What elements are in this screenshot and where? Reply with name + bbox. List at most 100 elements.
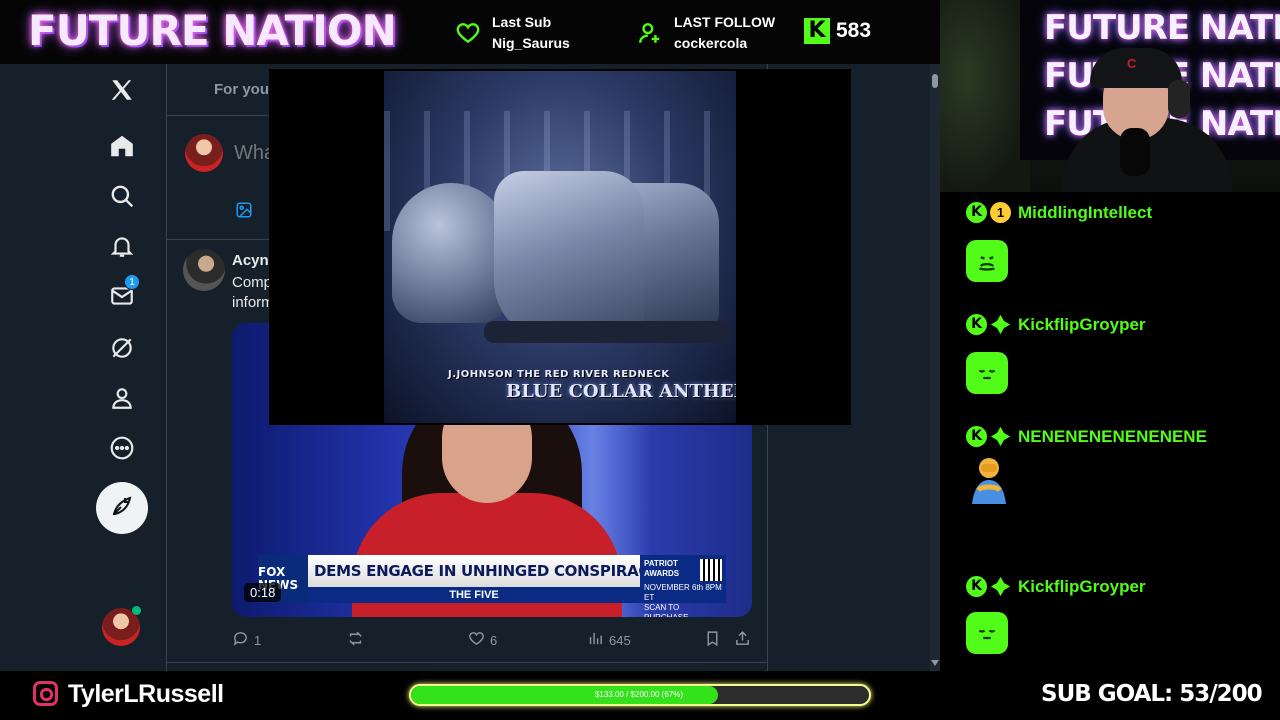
views-chart-icon: [587, 630, 604, 650]
album-title: BLUE COLLAR ANTHEM: [506, 381, 736, 402]
instagram-icon: [33, 681, 58, 706]
kick-badge-icon: K: [966, 576, 987, 597]
chat-message-header: K 1 MiddlingIntellect: [966, 202, 1152, 223]
tweet-actions: 1 6 645: [232, 630, 752, 650]
plant-background: [940, 0, 1030, 192]
stream-bottombar: TylerLRussell $133.00 / $200.00 (67%) SU…: [0, 671, 1280, 720]
bookmark-icon: [704, 630, 721, 650]
chat-username[interactable]: NENENENENENENENE: [1018, 427, 1207, 447]
neon-sign-text: FUTURE NATION: [1044, 8, 1280, 48]
chat-message-header: K NENENENENENENENE: [966, 426, 1207, 447]
kick-follower-count: 583: [836, 19, 872, 42]
chat-message-header: K KickflipGroyper: [966, 576, 1146, 597]
instagram-handle: TylerLRussell: [68, 680, 224, 708]
chat-username[interactable]: MiddlingIntellect: [1018, 203, 1152, 223]
last-sub-name: Nig_Saurus: [492, 35, 570, 51]
last-follow-widget: LAST FOLLOW cockercola: [636, 12, 775, 54]
tweet-text-line: inform: [232, 294, 274, 311]
video-duration: 0:18: [244, 583, 282, 602]
x-logo-icon[interactable]: [106, 74, 138, 106]
tweet-author-name[interactable]: Acyn: [232, 252, 269, 269]
boot-soles: [484, 321, 729, 343]
repost-button[interactable]: [347, 630, 364, 650]
sick-face-emote: [966, 240, 1008, 282]
promo-title: PATRIOT AWARDS: [644, 559, 680, 578]
mail-badge: 1: [124, 274, 140, 290]
online-status-dot: [132, 606, 141, 615]
tweet-text-line: Comp: [232, 274, 273, 291]
composer-avatar: [185, 134, 223, 172]
x-sidebar-nav: 1: [0, 64, 166, 671]
now-playing-overlay: J.JOHNSON THE RED RIVER REDNECK BLUE COL…: [269, 69, 851, 425]
sub-goal-progress-bar: $133.00 / $200.00 (67%): [409, 684, 871, 706]
chat-username[interactable]: KickflipGroyper: [1018, 315, 1146, 335]
headphones: [1168, 80, 1190, 118]
patriot-awards-promo: PATRIOT AWARDS NOVEMBER 6th 8PM ET SCAN …: [640, 555, 726, 617]
compose-post-button[interactable]: [96, 482, 148, 534]
view-count: 645: [609, 632, 631, 648]
kick-badge-icon: K: [966, 426, 987, 447]
last-sub-widget: Last Sub Nig_Saurus: [454, 12, 570, 54]
repost-icon: [347, 630, 364, 650]
bookmark-button[interactable]: [704, 630, 721, 650]
hard-hat-image: [392, 183, 510, 323]
album-cover: J.JOHNSON THE RED RIVER REDNECK BLUE COL…: [384, 71, 736, 423]
sub-goal-label: SUB GOAL: 53/200: [1041, 681, 1263, 707]
search-icon[interactable]: [106, 180, 138, 212]
share-button[interactable]: [734, 630, 751, 650]
scroll-down-icon[interactable]: [931, 660, 939, 666]
last-follow-name: cockercola: [674, 35, 748, 51]
heart-icon: [468, 630, 485, 650]
reply-button[interactable]: 1: [232, 630, 261, 650]
views-button[interactable]: 645: [587, 630, 631, 650]
grok-slash-icon[interactable]: [106, 332, 138, 364]
promo-cta: SCAN TO PURCHASE: [644, 603, 688, 617]
stream-topbar: FUTURE NATION Last Sub Nig_Saurus LAST F…: [0, 0, 940, 64]
person-bowing-emote: [968, 456, 1010, 508]
reply-count: 1: [254, 632, 262, 648]
kick-badge-icon: K: [966, 314, 987, 335]
album-artist: J.JOHNSON THE RED RIVER REDNECK: [448, 369, 670, 380]
webcam-feed: FUTURE NATION FUTURE NATION FUTURE NATIO…: [940, 0, 1280, 192]
subscriber-badge: 1: [990, 202, 1011, 223]
news-chyron: FOX NEWS DEMS ENGAGE IN UNHINGED CONSPIR…: [258, 555, 726, 617]
chat-message-header: K KickflipGroyper: [966, 314, 1146, 335]
og-diamond-icon: [990, 314, 1011, 335]
add-user-icon: [636, 19, 664, 47]
og-diamond-icon: [990, 426, 1011, 447]
chyron-headline: DEMS ENGAGE IN UNHINGED CONSPIRACIES ABO…: [308, 555, 640, 587]
work-boot-image: [494, 171, 644, 341]
tab-for-you[interactable]: For you: [214, 81, 269, 98]
media-image-icon[interactable]: [235, 201, 253, 219]
scrollbar[interactable]: [930, 64, 940, 671]
like-button[interactable]: 6: [468, 630, 497, 650]
microphone: [1120, 128, 1150, 176]
notifications-bell-icon[interactable]: [106, 230, 138, 262]
home-icon[interactable]: [106, 130, 138, 162]
kick-badge-icon: K: [966, 202, 987, 223]
like-count: 6: [490, 632, 498, 648]
more-options-icon[interactable]: [106, 432, 138, 464]
sub-goal-progress-text: $133.00 / $200.00 (67%): [594, 690, 684, 699]
chyron-show-name: THE FIVE: [308, 587, 640, 603]
chat-username[interactable]: KickflipGroyper: [1018, 577, 1146, 597]
stream-layout: FUTURE NATION Last Sub Nig_Saurus LAST F…: [0, 0, 1280, 720]
brand-logo-text: FUTURE NATION: [28, 6, 397, 55]
og-diamond-icon: [990, 576, 1011, 597]
tweet-author-avatar[interactable]: [183, 249, 225, 291]
last-sub-label: Last Sub: [492, 14, 552, 30]
last-follow-label: LAST FOLLOW: [674, 14, 776, 30]
sleepy-face-emote: [966, 612, 1008, 654]
heart-icon: [454, 19, 482, 47]
qr-code-icon: [700, 559, 722, 581]
profile-icon[interactable]: [106, 382, 138, 414]
kick-logo-icon: K: [804, 18, 830, 44]
scrollbar-thumb[interactable]: [932, 74, 938, 88]
messages-mail-icon[interactable]: 1: [106, 274, 140, 312]
reply-icon: [232, 630, 249, 650]
divider: [167, 662, 767, 663]
kick-chat: K 1 MiddlingIntellect K KickflipGroyper …: [940, 192, 1280, 671]
promo-date: NOVEMBER 6th 8PM ET: [644, 583, 722, 602]
sleepy-face-emote: [966, 352, 1008, 394]
share-icon: [734, 630, 751, 650]
